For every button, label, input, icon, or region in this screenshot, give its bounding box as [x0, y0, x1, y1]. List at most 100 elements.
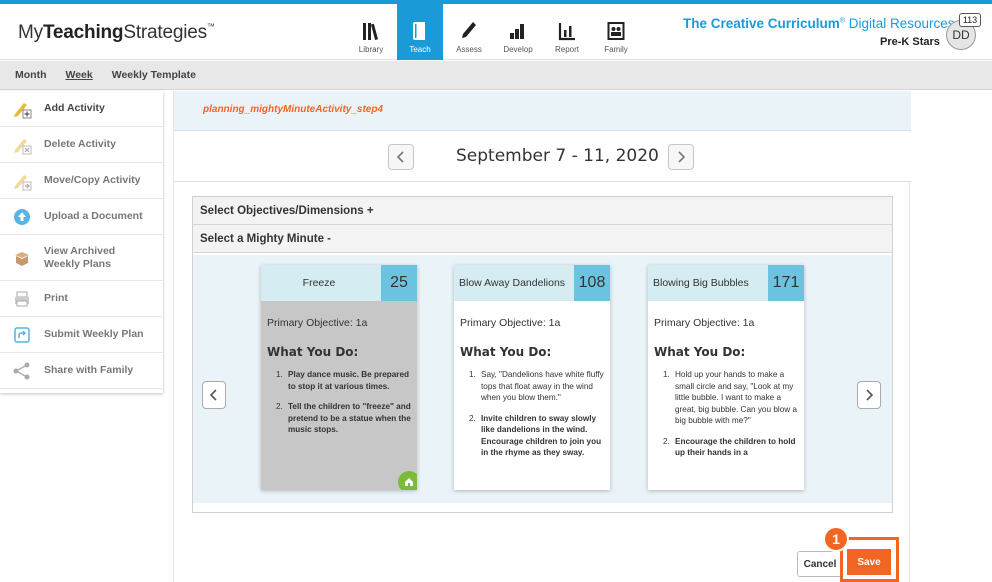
accordion-select-mighty-minute[interactable]: Select a Mighty Minute - [193, 225, 892, 253]
sidebar-item-share-with-family[interactable]: Share with Family [0, 353, 163, 389]
sidebar-item-upload-document[interactable]: Upload a Document [0, 199, 163, 235]
nav-develop-label: Develop [503, 45, 533, 54]
my-teaching-strategies-logo[interactable]: MyTeachingStrategies™ [18, 22, 215, 44]
mighty-minute-card-blow-away-dandelions[interactable]: Blow Away Dandelions 108 Primary Objecti… [454, 265, 610, 490]
sidebar-item-label: Submit Weekly Plan [44, 328, 144, 340]
nav-develop[interactable]: Develop [495, 4, 541, 60]
mighty-minute-card-freeze[interactable]: Freeze 25 Primary Objective: 1a What You… [261, 265, 417, 490]
previous-week-button[interactable] [388, 144, 414, 170]
card-objective: Primary Objective: 1a [654, 317, 755, 329]
next-week-button[interactable] [668, 144, 694, 170]
submit-icon [14, 326, 30, 343]
card-step: 1. Say, "Dandelions have white fluffy top… [469, 370, 604, 402]
sidebar-item-label: Delete Activity [44, 138, 116, 150]
report-chart-icon [558, 23, 575, 41]
card-step: 1. Play dance music. Be prepared to stop … [276, 370, 410, 391]
card-heading: What You Do: [654, 345, 746, 359]
chevron-left-icon [209, 389, 217, 401]
home-badge [398, 471, 417, 490]
card-heading: What You Do: [460, 345, 552, 359]
card-step: 2. Encourage the children to hold up thei… [663, 436, 796, 458]
sidebar-item-label: Add Activity [44, 102, 105, 114]
sidebar-item-label: View Archived Weekly Plans [44, 244, 116, 270]
cancel-button[interactable]: Cancel [797, 551, 843, 577]
card-heading: What You Do: [267, 345, 359, 359]
week-title: September 7 - 11, 2020 [456, 146, 659, 166]
chevron-left-icon [396, 151, 404, 163]
card-header: Freeze 25 [261, 265, 417, 301]
delete-activity-icon [14, 138, 32, 154]
home-icon [405, 478, 413, 486]
card-objective: Primary Objective: 1a [267, 317, 368, 329]
sidebar-item-view-archived[interactable]: View Archived Weekly Plans [0, 235, 163, 281]
nav-assess-label: Assess [456, 45, 482, 54]
activity-selection-panel: Select Objectives/Dimensions + Select a … [192, 196, 893, 513]
card-number: 171 [768, 265, 804, 301]
move-copy-icon [14, 174, 32, 190]
step-key-text: planning_mightyMinuteActivity_step4 [203, 104, 384, 115]
main-nav: Library Teach Assess Develop Report Fami… [348, 4, 642, 60]
card-title: Blowing Big Bubbles [653, 277, 749, 289]
nav-report[interactable]: Report [544, 4, 590, 60]
mighty-minute-carousel: Freeze 25 Primary Objective: 1a What You… [193, 255, 892, 503]
sidebar-item-label: Upload a Document [44, 210, 143, 222]
upload-icon [14, 208, 30, 225]
print-icon [15, 291, 29, 306]
add-activity-icon [14, 102, 32, 118]
nav-family-label: Family [604, 45, 628, 54]
card-step: 1. Hold up your hands to make a small cir… [663, 370, 797, 425]
sidebar-item-delete-activity[interactable]: Delete Activity [0, 127, 163, 163]
sidebar-item-label: Print [44, 292, 68, 304]
card-number: 25 [381, 265, 417, 301]
carousel-prev-button[interactable] [202, 381, 226, 409]
card-header: Blowing Big Bubbles 171 [648, 265, 804, 301]
week-navigator: September 7 - 11, 2020 [174, 132, 911, 182]
sidebar-item-add-activity[interactable]: Add Activity [0, 91, 163, 127]
step-callout-badge: 1 [823, 526, 849, 552]
step-key-banner: planning_mightyMinuteActivity_step4 [174, 91, 911, 131]
pencil-icon [462, 22, 476, 38]
nav-library[interactable]: Library [348, 4, 394, 60]
book-icon [413, 22, 425, 40]
family-icon [607, 22, 625, 40]
nav-assess[interactable]: Assess [446, 4, 492, 60]
nav-teach-label: Teach [409, 45, 431, 54]
creative-curriculum-brand[interactable]: The Creative Curriculum® Digital Resourc… [683, 16, 955, 31]
develop-icon [510, 24, 524, 39]
card-title: Freeze [302, 277, 336, 289]
actions-sidebar: Add Activity Delete Activity Move/Copy A… [0, 91, 163, 393]
sidebar-item-label: Share with Family [44, 364, 134, 376]
accordion-select-objectives[interactable]: Select Objectives/Dimensions + [193, 197, 892, 225]
carousel-next-button[interactable] [857, 381, 881, 409]
subnav-week[interactable]: Week [66, 69, 93, 81]
card-title: Blow Away Dandelions [459, 277, 566, 289]
library-icon [363, 23, 379, 40]
sidebar-item-print[interactable]: Print [0, 281, 163, 317]
mighty-minute-card-blowing-big-bubbles[interactable]: Blowing Big Bubbles 171 Primary Objectiv… [648, 265, 804, 490]
class-name[interactable]: Pre-K Stars [880, 36, 940, 48]
card-objective: Primary Objective: 1a [460, 317, 561, 329]
card-header: Blow Away Dandelions 108 [454, 265, 610, 301]
card-step: 2. Tell the children to "freeze" and pret… [276, 402, 411, 434]
chevron-right-icon [678, 151, 686, 163]
save-button-highlight: Save [840, 537, 899, 582]
archive-icon [15, 251, 29, 266]
app-header: MyTeachingStrategies™ Library Teach Asse… [0, 4, 992, 60]
save-button[interactable]: Save [847, 549, 891, 575]
planning-main-area: planning_mightyMinuteActivity_step4 Sept… [173, 91, 911, 582]
subnav-month[interactable]: Month [15, 69, 47, 81]
nav-family[interactable]: Family [593, 4, 639, 60]
share-icon [13, 362, 30, 379]
chevron-right-icon [866, 389, 874, 401]
nav-report-label: Report [554, 45, 579, 54]
nav-library-label: Library [358, 45, 384, 54]
card-step: 2. Invite children to sway slowly like da… [469, 413, 602, 458]
planning-subnav: Month Week Weekly Template [0, 61, 992, 90]
card-number: 108 [574, 265, 610, 301]
notification-count-badge[interactable]: 113 [959, 13, 981, 27]
sidebar-item-submit-weekly-plan[interactable]: Submit Weekly Plan [0, 317, 163, 353]
nav-teach[interactable]: Teach [397, 4, 443, 60]
sidebar-item-label: Move/Copy Activity [44, 174, 141, 186]
subnav-weekly-template[interactable]: Weekly Template [112, 69, 196, 81]
sidebar-item-move-copy-activity[interactable]: Move/Copy Activity [0, 163, 163, 199]
